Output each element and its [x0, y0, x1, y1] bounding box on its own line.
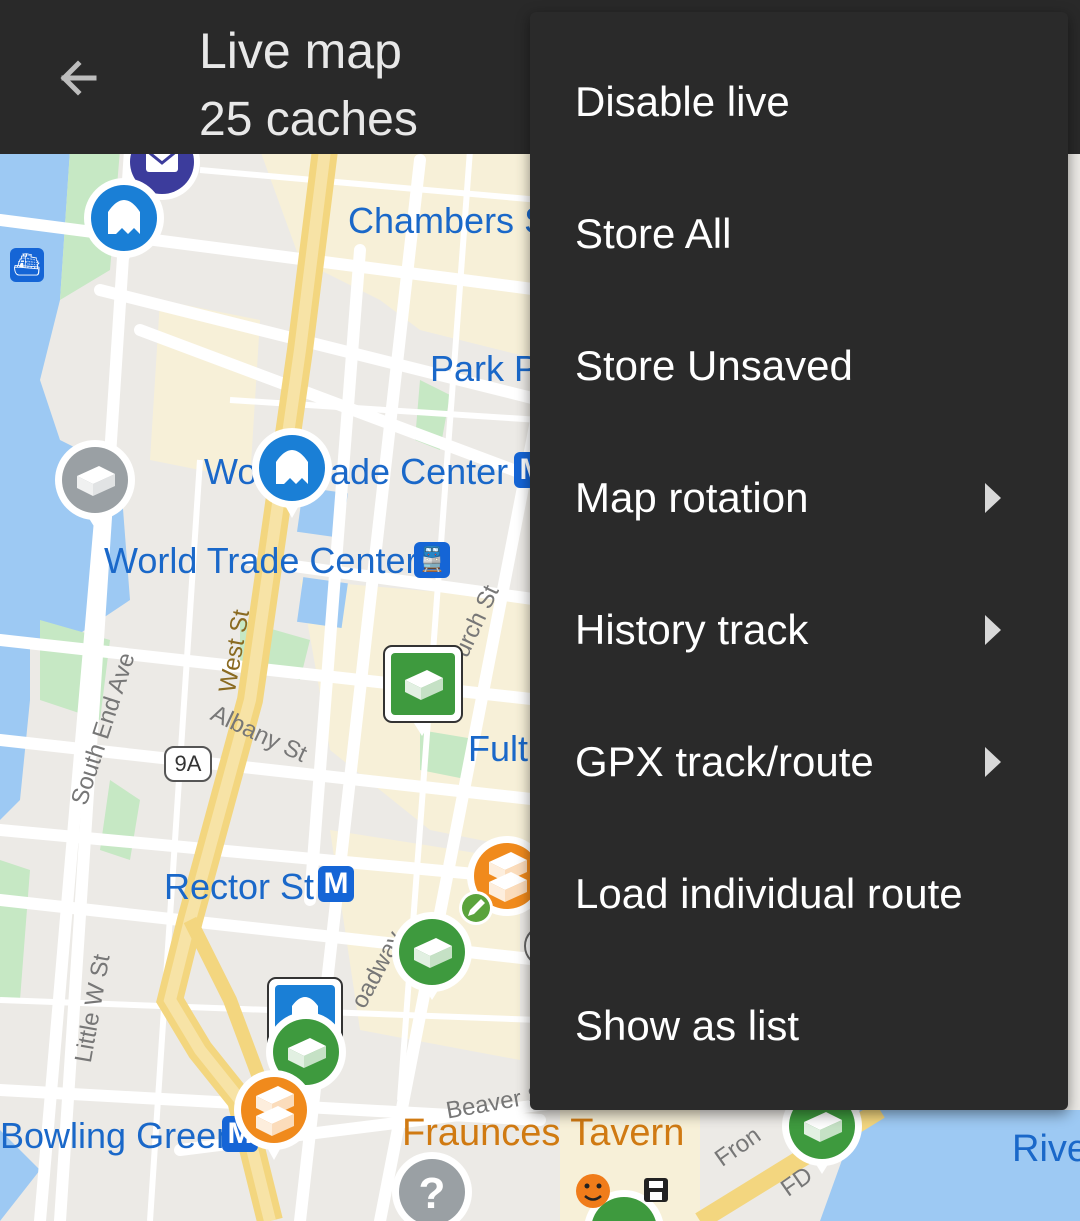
menu-item-store-unsaved[interactable]: Store Unsaved	[530, 300, 1068, 432]
menu-item-load-individual-route[interactable]: Load individual route	[530, 828, 1068, 960]
submenu-arrow-icon	[985, 747, 1001, 777]
menu-item-show-as-list[interactable]: Show as list	[530, 960, 1068, 1092]
menu-item-label: Disable live	[575, 78, 790, 125]
menu-item-label: GPX track/route	[575, 738, 874, 785]
question-icon: ?	[419, 1169, 446, 1218]
menu-item-disable-live[interactable]: Disable live	[530, 36, 1068, 168]
pencil-icon	[459, 891, 493, 925]
stored-floppy-icon	[644, 1178, 668, 1202]
menu-item-label: Show as list	[575, 1002, 800, 1049]
menu-item-label: Load individual route	[575, 870, 963, 917]
menu-item-label: Store Unsaved	[575, 342, 853, 389]
cache-marker-traditional[interactable]	[383, 645, 463, 736]
cache-marker-virtual[interactable]	[84, 178, 164, 268]
menu-item-label: Store All	[575, 210, 732, 257]
cache-marker-mystery[interactable]: ?	[392, 1152, 472, 1221]
menu-item-gpx-track-route[interactable]: GPX track/route	[530, 696, 1068, 828]
menu-item-history-track[interactable]: History track	[530, 564, 1068, 696]
back-button[interactable]	[44, 44, 112, 112]
arrow-left-icon	[60, 60, 97, 96]
cache-marker-traditional[interactable]	[392, 912, 472, 1000]
cache-marker-disabled[interactable]	[55, 440, 135, 528]
cache-marker-multi[interactable]	[234, 1070, 314, 1160]
menu-item-label: History track	[575, 606, 809, 653]
menu-item-label: Map rotation	[575, 474, 809, 521]
overflow-menu: Disable live Store All Store Unsaved Map…	[530, 12, 1068, 1110]
page-subtitle: 25 caches	[199, 93, 418, 146]
submenu-arrow-icon	[985, 615, 1001, 645]
menu-item-store-all[interactable]: Store All	[530, 168, 1068, 300]
found-smiley-icon	[576, 1174, 610, 1208]
menu-item-map-rotation[interactable]: Map rotation	[530, 432, 1068, 564]
page-title: Live map	[199, 23, 402, 79]
submenu-arrow-icon	[985, 483, 1001, 513]
cache-marker-virtual[interactable]	[252, 428, 332, 518]
